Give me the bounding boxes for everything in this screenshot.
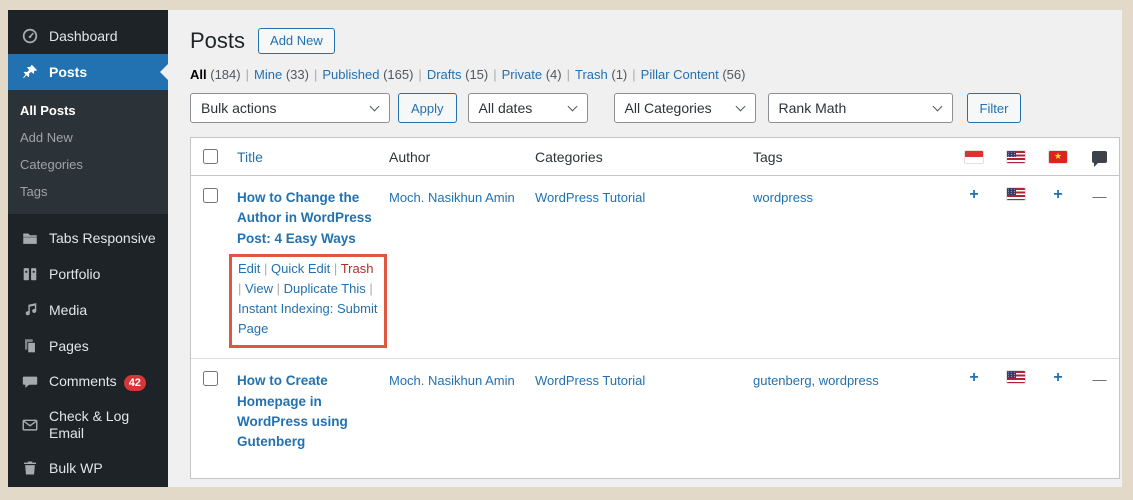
page-title: Posts — [190, 28, 246, 53]
submenu-item-categories[interactable]: Categories — [8, 151, 168, 178]
submenu-item-all-posts[interactable]: All Posts — [8, 97, 168, 124]
main-content: Posts Add New All (184) | Mine (33) | Publis… — [168, 10, 1122, 487]
filter-published[interactable]: Published (165) — [322, 67, 413, 82]
comment-icon — [20, 372, 40, 392]
post-status-filters: All (184) | Mine (33) | Published (165) | Draf… — [190, 67, 746, 82]
sidebar-item-portfolio[interactable]: Portfolio — [8, 256, 168, 292]
folder-icon — [20, 228, 40, 248]
page-header: Posts Add New — [190, 26, 1120, 56]
posts-submenu: All Posts Add New Categories Tags — [8, 90, 168, 214]
table-row: How to Change the Author in WordPress Po… — [191, 176, 1119, 358]
posts-table: Title Author Categories Tags ★ How to Ch… — [190, 137, 1120, 479]
tag-links[interactable]: wordpress — [753, 190, 813, 205]
submenu-item-add-new[interactable]: Add New — [8, 124, 168, 151]
column-header-tags: Tags — [753, 148, 783, 165]
action-edit[interactable]: Edit — [238, 261, 260, 276]
sidebar-item-pages[interactable]: Pages — [8, 328, 168, 364]
tag-links[interactable]: gutenberg, wordpress — [753, 373, 879, 388]
chevron-down-icon — [369, 101, 380, 111]
chevron-down-icon — [567, 101, 577, 111]
indonesian-flag-icon — [965, 150, 983, 163]
vietnamese-flag-icon: ★ — [1049, 150, 1067, 163]
envelope-icon — [20, 415, 40, 435]
row-actions-highlight: Edit | Quick Edit | Trash | View | Dupli… — [229, 253, 387, 349]
filter-private[interactable]: Private (4) — [502, 67, 562, 82]
us-flag-icon — [1007, 150, 1025, 163]
pages-icon — [20, 336, 40, 356]
action-duplicate-this[interactable]: Duplicate This — [284, 281, 366, 296]
dashboard-icon — [20, 26, 40, 46]
chevron-down-icon — [932, 101, 942, 111]
chevron-down-icon — [735, 101, 745, 111]
media-icon — [20, 300, 40, 320]
sidebar-item-dashboard[interactable]: Dashboard — [8, 18, 168, 54]
post-title-link[interactable]: How to Create Homepage in WordPress usin… — [237, 371, 373, 452]
comment-bubble-icon — [1092, 150, 1107, 167]
apply-button[interactable]: Apply — [398, 93, 457, 123]
trash-icon — [20, 458, 40, 478]
add-translation-id-button[interactable]: + — [969, 370, 978, 452]
action-trash[interactable]: Trash — [341, 261, 374, 276]
us-flag-icon[interactable] — [1007, 188, 1025, 200]
filter-pillar-content[interactable]: Pillar Content (56) — [641, 67, 746, 82]
us-flag-icon[interactable] — [1007, 371, 1025, 384]
admin-sidebar: Dashboard Posts All Posts Add New Catego… — [8, 10, 168, 487]
dates-filter-select[interactable]: All dates — [467, 93, 588, 123]
sidebar-item-label: Tabs Responsive — [49, 229, 156, 246]
add-translation-vn-button[interactable]: + — [1053, 370, 1062, 452]
sidebar-item-label: Posts — [49, 63, 88, 80]
column-header-author: Author — [389, 148, 431, 165]
sidebar-item-label: Check & Log Email — [49, 408, 130, 441]
row-actions: Edit | Quick Edit | Trash | View | Dupli… — [238, 260, 378, 337]
post-title-link[interactable]: How to Change the Author in WordPress Po… — [237, 188, 373, 249]
submenu-item-tags[interactable]: Tags — [8, 178, 168, 205]
filter-mine[interactable]: Mine (33) — [254, 67, 309, 82]
bulk-actions-select[interactable]: Bulk actions — [190, 93, 390, 123]
add-translation-id-button[interactable]: + — [969, 186, 978, 348]
filter-drafts[interactable]: Drafts (15) — [427, 67, 488, 82]
sidebar-item-label: Pages — [49, 337, 89, 354]
row-checkbox[interactable] — [202, 371, 218, 387]
author-link[interactable]: Moch. Nasikhun Amin — [389, 373, 515, 388]
sidebar-item-tabs-responsive[interactable]: Tabs Responsive — [8, 220, 168, 256]
sidebar-item-label: Media — [49, 301, 88, 318]
comment-count: — — [1092, 371, 1107, 388]
action-instant-indexing-submit[interactable]: Instant Indexing: Submit Page — [238, 301, 377, 336]
add-new-button[interactable]: Add New — [258, 28, 335, 54]
sidebar-item-label: Portfolio — [49, 265, 101, 282]
sidebar-item-bulk-wp[interactable]: Bulk WP — [8, 450, 168, 486]
select-all-checkbox[interactable] — [202, 149, 218, 164]
add-translation-vn-button[interactable]: + — [1053, 186, 1062, 348]
column-header-title[interactable]: Title — [237, 149, 263, 165]
author-link[interactable]: Moch. Nasikhun Amin — [389, 190, 515, 205]
categories-filter-select[interactable]: All Categories — [613, 93, 756, 123]
sidebar-item-posts[interactable]: Posts — [8, 54, 168, 90]
sidebar-item-label: Comments 42 — [49, 373, 158, 391]
wordpress-admin-screen: Dashboard Posts All Posts Add New Catego… — [8, 10, 1122, 487]
table-header-row: Title Author Categories Tags ★ — [191, 138, 1119, 176]
portfolio-icon — [20, 264, 40, 284]
sidebar-item-label: Bulk WP — [49, 459, 103, 476]
active-menu-arrow — [152, 64, 168, 80]
category-link[interactable]: WordPress Tutorial — [535, 373, 645, 388]
category-link[interactable]: WordPress Tutorial — [535, 190, 645, 205]
sidebar-item-check-log-email[interactable]: Check & Log Email — [8, 400, 168, 450]
rank-math-filter-select[interactable]: Rank Math — [767, 93, 953, 123]
sidebar-item-comments[interactable]: Comments 42 — [8, 364, 168, 400]
sidebar-item-media[interactable]: Media — [8, 292, 168, 328]
action-quick-edit[interactable]: Quick Edit — [271, 261, 330, 276]
table-row: How to Create Homepage in WordPress usin… — [191, 358, 1119, 462]
filter-all[interactable]: All (184) — [190, 67, 241, 82]
row-checkbox[interactable] — [202, 188, 218, 203]
list-toolbar: Bulk actions Apply All dates All Categor… — [190, 93, 1120, 123]
pushpin-icon — [20, 62, 40, 82]
action-view[interactable]: View — [245, 281, 273, 296]
filter-trash[interactable]: Trash (1) — [575, 67, 627, 82]
comments-count-badge: 42 — [123, 375, 146, 391]
filter-button[interactable]: Filter — [966, 93, 1022, 123]
comment-count: — — [1092, 188, 1107, 204]
sidebar-item-label: Dashboard — [49, 27, 118, 44]
column-header-categories: Categories — [535, 148, 603, 165]
